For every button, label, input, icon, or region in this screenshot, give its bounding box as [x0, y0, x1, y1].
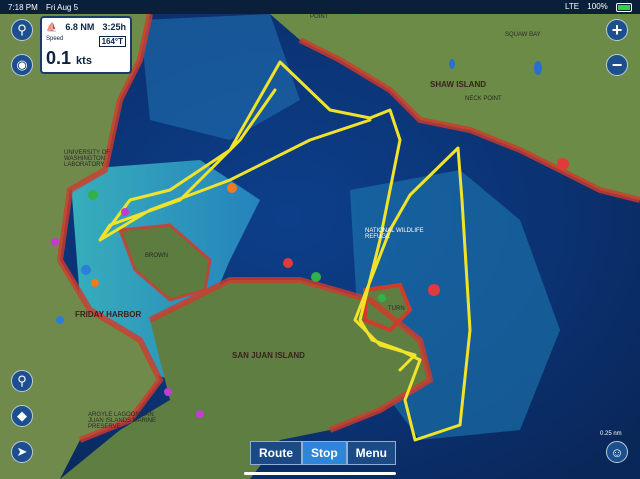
home-indicator[interactable] [244, 472, 396, 475]
place-neck-point: NECK POINT [465, 96, 502, 102]
marker[interactable] [51, 238, 59, 246]
navigation-dashboard[interactable]: ⛵ 6.8 NM 3:25h Speed 164°T 0.1 kts [40, 16, 132, 74]
marker[interactable] [88, 190, 98, 200]
location-arrow-icon: ➤ [16, 444, 28, 459]
search-icon: ⚲ [17, 22, 27, 37]
lake [534, 61, 542, 75]
hazard-marker[interactable] [428, 284, 440, 296]
place-refuge: NATIONAL WILDLIFE REFUGE [365, 228, 424, 240]
camera-icon: ◉ [16, 57, 28, 72]
zoom-in-icon: + [611, 19, 623, 40]
pin-button[interactable]: ⚲ [11, 370, 33, 392]
signal-indicator: LTE [564, 2, 580, 12]
speed-unit: kts [76, 55, 92, 67]
marker[interactable] [164, 388, 172, 396]
zoom-out-button[interactable]: − [606, 54, 628, 76]
lake [449, 59, 455, 69]
stop-button[interactable]: Stop [302, 441, 347, 465]
marker[interactable] [81, 265, 91, 275]
marker[interactable] [56, 316, 64, 324]
battery-percent: 100% [587, 2, 608, 12]
place-point: POINT [310, 14, 329, 20]
status-bar: 7:18 PM Fri Aug 5 LTE 100% [0, 0, 640, 14]
camera-button[interactable]: ◉ [11, 54, 33, 76]
place-university: UNIVERSITY OF WASHINGTON LABORATORY [64, 150, 110, 168]
scale-bar: 0.25 nm [600, 431, 622, 437]
distance-remaining: 6.8 NM [65, 22, 95, 32]
hazard-marker[interactable] [283, 258, 293, 268]
menu-button[interactable]: Menu [346, 441, 397, 465]
marker[interactable] [196, 410, 204, 418]
battery-icon [616, 2, 632, 12]
layers-icon: ◆ [17, 408, 27, 423]
place-friday-harbor: FRIDAY HARBOR [75, 310, 142, 319]
place-brown: BROWN [145, 253, 168, 259]
search-button[interactable]: ⚲ [11, 19, 33, 41]
marker[interactable] [311, 272, 321, 282]
place-turn: TURN [388, 306, 405, 312]
marina-marker[interactable] [227, 183, 237, 193]
boat-icon: ⛵ [46, 21, 58, 32]
speed-readout: 0.1 kts [46, 48, 92, 69]
marker[interactable] [91, 279, 99, 287]
marker[interactable] [378, 294, 386, 302]
zoom-out-icon: − [611, 54, 623, 75]
bottom-toolbar: Route Stop Menu [250, 441, 397, 465]
hazard-marker[interactable] [557, 158, 569, 170]
status-time: 7:18 PM [8, 2, 38, 12]
layers-button[interactable]: ◆ [11, 405, 33, 427]
marker[interactable] [121, 208, 129, 216]
place-san-juan-island: SAN JUAN ISLAND [232, 351, 305, 360]
status-date: Fri Aug 5 [46, 2, 79, 12]
zoom-in-button[interactable]: + [606, 19, 628, 41]
user-icon: ☺ [610, 444, 624, 460]
speed-label: Speed [46, 36, 64, 42]
eta: 3:25h [102, 22, 126, 32]
route-button[interactable]: Route [250, 441, 302, 465]
place-argyle: ARGYLE LAGOON SAN JUAN ISLANDS MARINE PR… [88, 412, 157, 430]
place-squaw-bay: SQUAW BAY [505, 32, 541, 38]
pin-icon: ⚲ [17, 373, 27, 388]
location-button[interactable]: ➤ [11, 441, 33, 463]
place-shaw-island: SHAW ISLAND [430, 80, 486, 89]
user-button[interactable]: ☺ [606, 441, 628, 463]
heading-readout: 164°T [98, 36, 126, 47]
speed-value: 0.1 [46, 48, 72, 68]
